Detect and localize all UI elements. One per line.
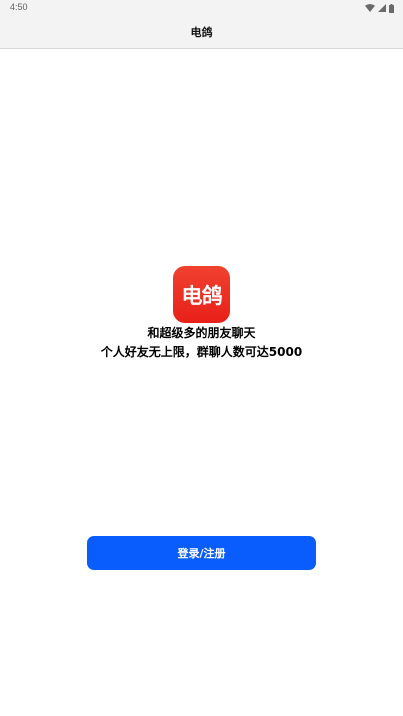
tagline-secondary: 个人好友无上限，群聊人数可达5000 [100, 345, 303, 359]
title-bar: 电鸽 [0, 16, 403, 49]
wifi-icon [365, 4, 375, 12]
signal-icon [378, 4, 386, 12]
page-title: 电鸽 [190, 26, 213, 39]
app-logo-text: 电鸽 [181, 283, 223, 308]
battery-icon [389, 3, 394, 13]
status-icons [365, 3, 394, 13]
status-time: 4:50 [10, 2, 28, 12]
login-register-button[interactable]: 登录/注册 [87, 536, 316, 570]
tagline-primary: 和超级多的朋友聊天 [147, 326, 256, 340]
status-bar: 4:50 [0, 0, 403, 16]
app-logo: 电鸽 [173, 266, 230, 323]
